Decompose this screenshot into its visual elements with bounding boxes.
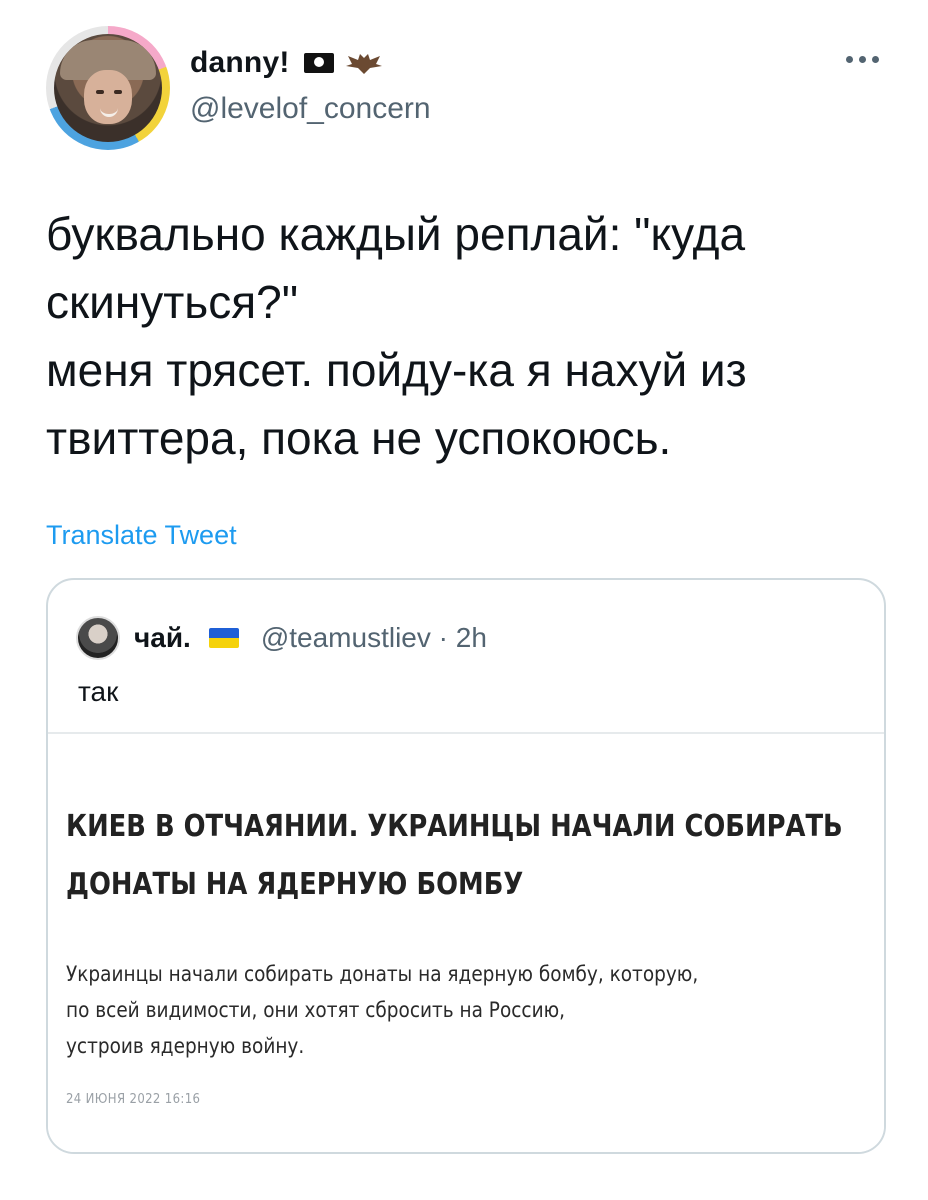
more-options-icon[interactable] xyxy=(838,44,886,74)
quoted-handle-time: @teamustliev · 2h xyxy=(260,622,487,653)
quoted-tweet-header: чай. @teamustliev · 2h xyxy=(76,616,487,660)
display-name[interactable]: danny! xyxy=(190,46,290,80)
author-name-row[interactable]: danny! xyxy=(190,46,384,80)
ukraine-flag-icon xyxy=(208,628,239,648)
lead-line: по всей видимости, они хотят сбросить на… xyxy=(66,998,566,1022)
author-handle[interactable]: @levelof_concern xyxy=(190,92,431,126)
bat-icon xyxy=(344,50,384,76)
avatar-photo xyxy=(54,34,162,142)
pirate-flag-icon xyxy=(303,53,334,73)
headline-line: КИЕВ В ОТЧАЯНИИ. УКРАИНЦЫ НАЧАЛИ СОБИРАТ… xyxy=(66,809,843,844)
tweet-text: буквально каждый реплай: "куда скинуться… xyxy=(46,208,747,464)
quoted-avatar xyxy=(76,616,120,660)
avatar[interactable] xyxy=(46,26,170,150)
article-screenshot[interactable]: КИЕВ В ОТЧАЯНИИ. УКРАИНЦЫ НАЧАЛИ СОБИРАТ… xyxy=(48,734,884,1152)
quoted-tweet[interactable]: чай. @teamustliev · 2h так КИЕВ В ОТЧАЯН… xyxy=(46,578,886,1154)
lead-line: Украинцы начали собирать донаты на ядерн… xyxy=(66,962,699,986)
quoted-display-name: чай. xyxy=(134,622,191,653)
translate-tweet-link[interactable]: Translate Tweet xyxy=(46,520,237,551)
article-date: 24 ИЮНЯ 2022 16:16 xyxy=(66,1092,201,1107)
quoted-tweet-text: так xyxy=(78,676,119,707)
article-headline: КИЕВ В ОТЧАЯНИИ. УКРАИНЦЫ НАЧАЛИ СОБИРАТ… xyxy=(66,798,843,914)
article-lead: Украинцы начали собирать донаты на ядерн… xyxy=(66,956,858,1064)
headline-line: ДОНАТЫ НА ЯДЕРНУЮ БОМБУ xyxy=(66,867,524,902)
lead-line: устроив ядерную войну. xyxy=(66,1034,305,1058)
